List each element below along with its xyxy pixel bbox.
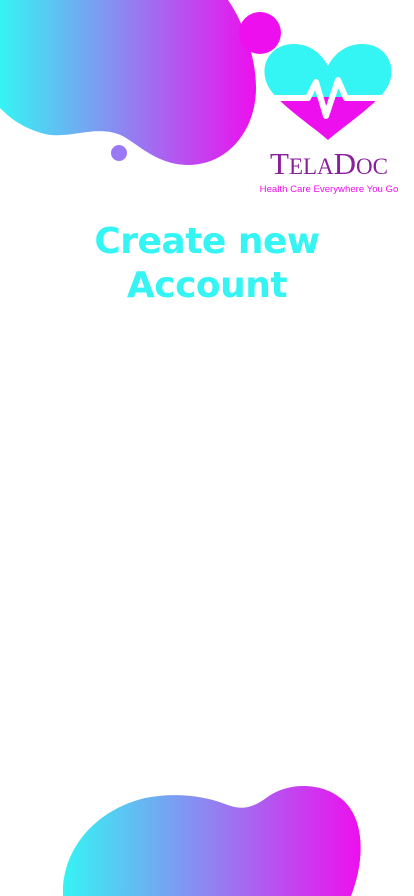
create-account-screen: TELADOC Health Care Everywhere You Go Cr… xyxy=(0,0,414,896)
brand-tagline: Health Care Everywhere You Go xyxy=(259,184,399,195)
brand-name-initial-2: D xyxy=(333,146,357,181)
heart-pulse-icon xyxy=(258,44,398,140)
page-title-line-1: Create new xyxy=(94,221,320,262)
decorative-dot-purple xyxy=(111,145,127,161)
teladoc-logo: TELADOC Health Care Everywhere You Go xyxy=(254,40,404,198)
brand-name-rest-1: ELA xyxy=(288,154,334,179)
brand-name-rest-2: OC xyxy=(356,154,388,179)
bottom-gradient-blob xyxy=(62,785,361,896)
brand-name: TELADOC xyxy=(254,148,404,179)
page-title: Create new Account xyxy=(0,220,414,308)
brand-name-initial-1: T xyxy=(270,146,289,181)
top-gradient-blob xyxy=(0,0,256,165)
page-title-line-2: Account xyxy=(126,265,288,306)
